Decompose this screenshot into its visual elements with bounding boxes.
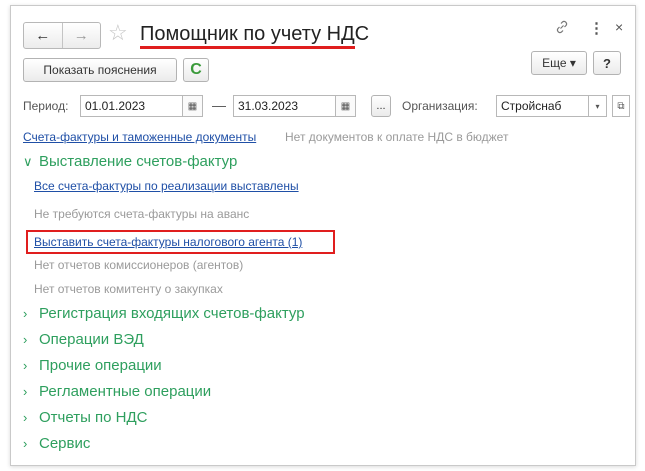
favorite-star-icon[interactable]: ☆ — [108, 20, 128, 46]
section-title: Отчеты по НДС — [39, 409, 148, 426]
help-button[interactable]: ? — [593, 51, 621, 75]
window-title: Помощник по учету НДС — [140, 23, 370, 45]
calendar-icon[interactable]: ▦ — [336, 95, 356, 117]
show-explanations-button[interactable]: Показать пояснения — [23, 58, 177, 82]
section-service[interactable]: › Сервис — [23, 435, 90, 452]
title-red-underline — [140, 46, 355, 49]
refresh-icon: C — [190, 61, 202, 78]
more-vertical-icon[interactable]: ⋮ — [589, 19, 604, 37]
section-title: Прочие операции — [39, 357, 162, 374]
nav-buttons: ← → — [23, 22, 101, 49]
dropdown-arrow-icon[interactable]: ▾ — [589, 95, 607, 117]
chevron-right-icon: › — [23, 436, 28, 451]
section-title: Операции ВЭД — [39, 331, 144, 348]
section-vat-reports[interactable]: › Отчеты по НДС — [23, 409, 147, 426]
section-title: Выставление счетов-фактур — [39, 153, 238, 170]
section-incoming-invoices[interactable]: › Регистрация входящих счетов-фактур — [23, 305, 305, 322]
open-form-icon[interactable]: ⧉ — [612, 95, 630, 117]
forward-arrow-icon[interactable]: → — [63, 23, 101, 48]
chevron-right-icon: › — [23, 306, 28, 321]
section-title: Регистрация входящих счетов-фактур — [39, 305, 305, 322]
period-label: Период: — [23, 99, 69, 113]
section-invoicing[interactable]: ∨ Выставление счетов-фактур — [23, 153, 237, 170]
date-from-field[interactable]: 01.01.2023 — [80, 95, 183, 117]
section-other-operations[interactable]: › Прочие операции — [23, 357, 162, 374]
chevron-right-icon: › — [23, 332, 28, 347]
link-icon[interactable] — [555, 20, 569, 37]
organization-field[interactable]: Стройснаб — [496, 95, 589, 117]
refresh-button[interactable]: C — [183, 58, 209, 82]
organization-label: Организация: — [402, 99, 478, 113]
list-item-link[interactable]: Все счета-фактуры по реализации выставле… — [34, 179, 299, 193]
list-item-muted: Не требуются счета-фактуры на аванс — [34, 207, 250, 221]
section-foreign-trade[interactable]: › Операции ВЭД — [23, 331, 144, 348]
period-select-button[interactable]: ... — [371, 95, 391, 117]
chevron-right-icon: › — [23, 384, 28, 399]
no-payment-docs-text: Нет документов к оплате НДС в бюджет — [285, 130, 509, 144]
period-dash: — — [212, 97, 226, 113]
chevron-down-icon: ∨ — [23, 153, 33, 169]
date-to-field[interactable]: 31.03.2023 — [233, 95, 336, 117]
section-title: Сервис — [39, 435, 91, 452]
close-icon[interactable]: × — [615, 19, 623, 35]
chevron-right-icon: › — [23, 358, 28, 373]
assistant-window: ← → ☆ Помощник по учету НДС ⋮ × Показать… — [10, 5, 636, 466]
more-button[interactable]: Еще ▾ — [531, 51, 587, 75]
back-arrow-icon[interactable]: ← — [24, 23, 63, 48]
chevron-right-icon: › — [23, 410, 28, 425]
calendar-icon[interactable]: ▦ — [183, 95, 203, 117]
section-title: Регламентные операции — [39, 383, 212, 400]
invoices-customs-link[interactable]: Счета-фактуры и таможенные документы — [23, 130, 256, 144]
list-item-muted: Нет отчетов комиссионеров (агентов) — [34, 258, 244, 272]
list-item-muted: Нет отчетов комитенту о закупках — [34, 282, 223, 296]
highlight-box — [26, 230, 335, 254]
section-routine-operations[interactable]: › Регламентные операции — [23, 383, 211, 400]
